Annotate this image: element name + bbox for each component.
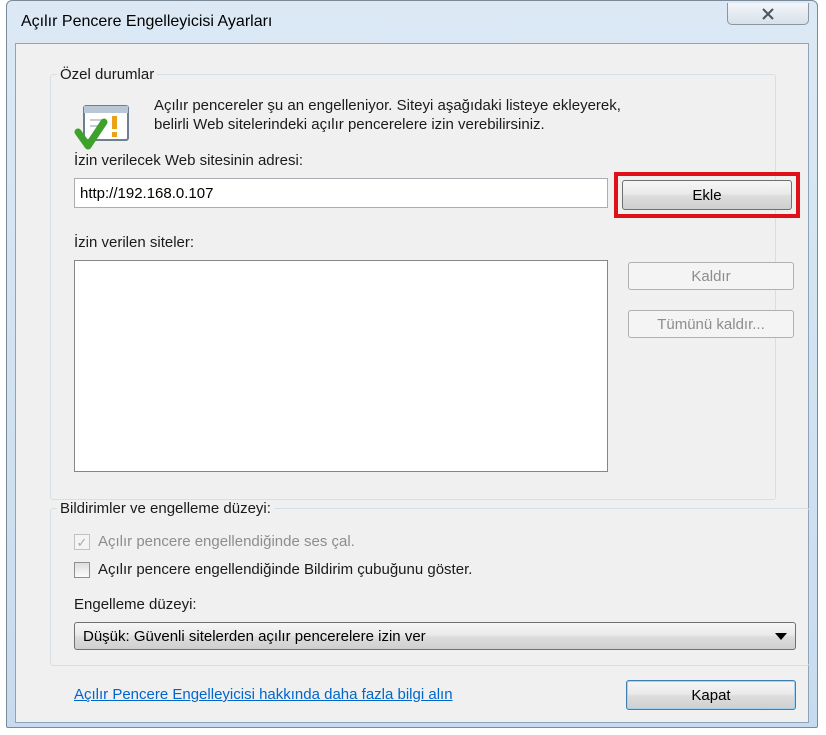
info-line-2: belirli Web sitelerindeki açılır pencere… <box>154 116 545 133</box>
window-close-button[interactable] <box>727 3 809 25</box>
title-bar[interactable]: Açılır Pencere Engelleyicisi Ayarları <box>7 1 817 43</box>
dialog-window: Açılır Pencere Engelleyicisi Ayarları Öz… <box>6 0 818 728</box>
dialog-body: Özel durumlar Açılır pencereler şu an en… <box>15 43 810 723</box>
info-text: Açılır pencereler şu an engelleniyor. Si… <box>154 96 794 134</box>
exceptions-legend: Özel durumlar <box>60 66 155 83</box>
show-notification-bar-label: Açılır pencere engellendiğinde Bildirim … <box>98 561 473 578</box>
close-button[interactable]: Kapat <box>626 680 796 710</box>
learn-more-link[interactable]: Açılır Pencere Engelleyicisi hakkında da… <box>74 686 453 703</box>
close-x-icon <box>762 7 774 20</box>
site-address-input[interactable] <box>74 178 608 208</box>
blocking-level-dropdown[interactable]: Düşük: Güvenli sitelerden açılır pencere… <box>74 622 796 650</box>
info-line-1: Açılır pencereler şu an engelleniyor. Si… <box>154 97 621 114</box>
dropdown-arrow-icon <box>775 633 787 640</box>
check-mark-icon: ✓ <box>76 534 88 550</box>
blocking-level-value: Düşük: Güvenli sitelerden açılır pencere… <box>83 628 426 645</box>
blocking-level-label: Engelleme düzeyi: <box>74 596 197 613</box>
notifications-legend: Bildirimler ve engelleme düzeyi: <box>60 500 271 517</box>
play-sound-checkbox[interactable]: ✓ <box>74 534 90 550</box>
show-notification-bar-checkbox[interactable] <box>74 562 90 578</box>
remove-button[interactable]: Kaldır <box>628 262 794 290</box>
remove-all-button[interactable]: Tümünü kaldır... <box>628 310 794 338</box>
window-title: Açılır Pencere Engelleyicisi Ayarları <box>21 13 273 30</box>
add-button[interactable]: Ekle <box>622 180 792 210</box>
address-label: İzin verilecek Web sitesinin adresi: <box>74 152 303 169</box>
play-sound-label: Açılır pencere engellendiğinde ses çal. <box>98 533 355 550</box>
allowed-sites-label: İzin verilen siteler: <box>74 234 195 251</box>
warning-shield-check-icon <box>74 105 129 150</box>
allowed-sites-list[interactable] <box>74 260 608 472</box>
